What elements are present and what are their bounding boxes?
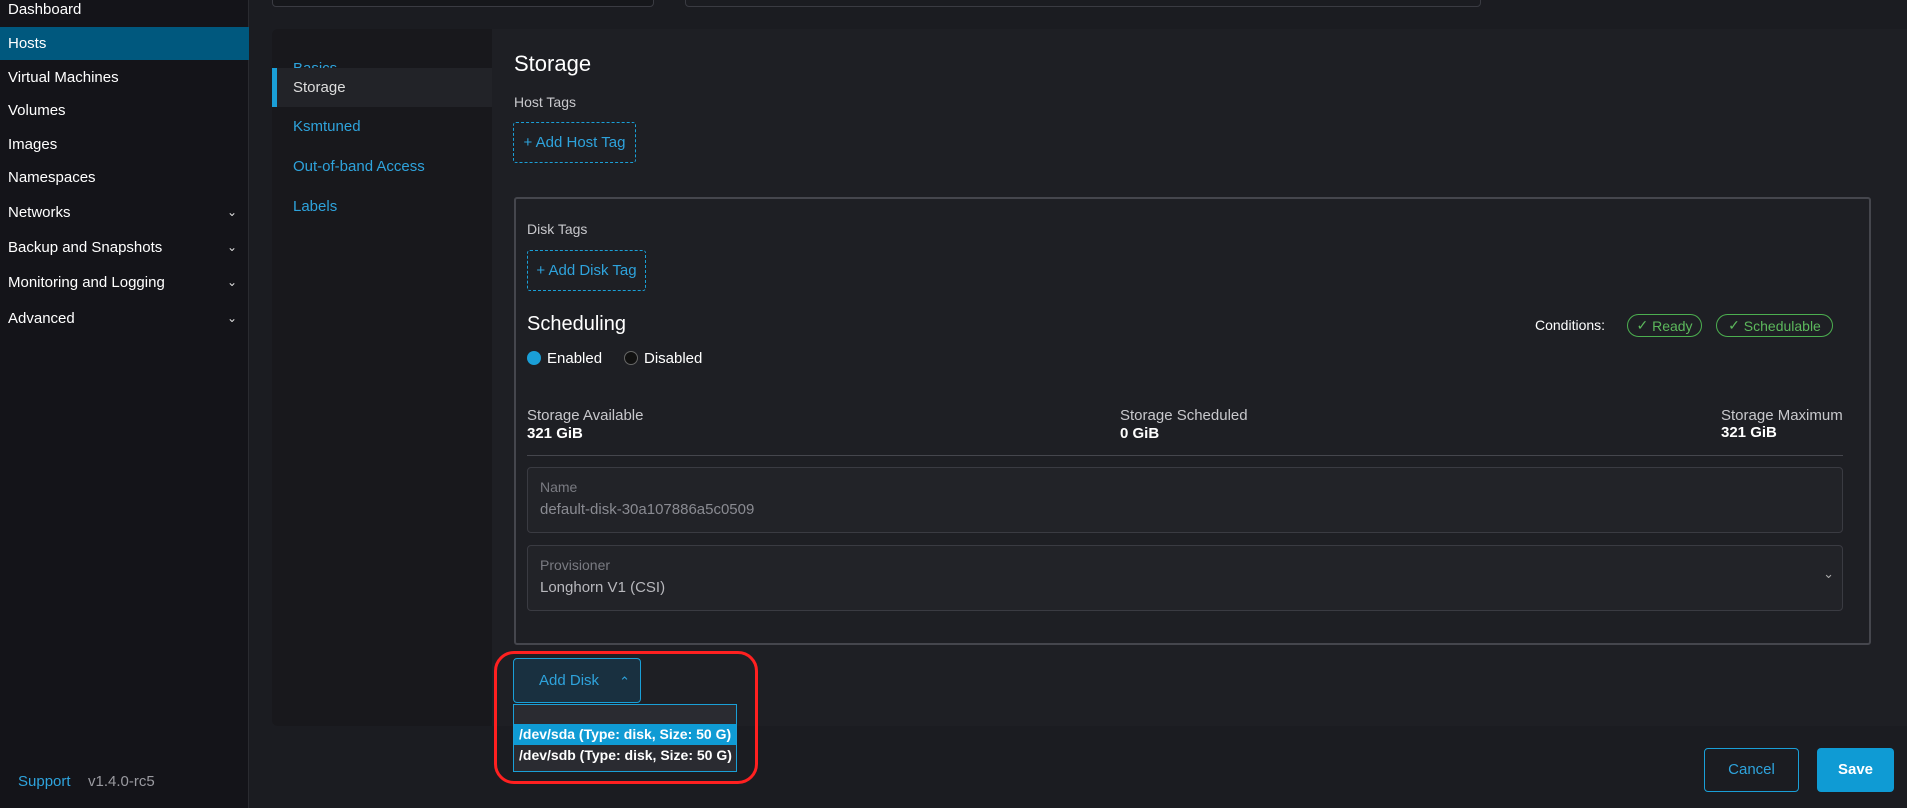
chevron-down-icon: ⌄ [1823, 566, 1834, 581]
add-disk-tag-button[interactable]: + Add Disk Tag [527, 250, 646, 291]
conditions-label: Conditions: [1535, 317, 1606, 333]
scheduling-title: Scheduling [527, 313, 626, 335]
check-icon: ✓ [1728, 317, 1744, 333]
divider [527, 455, 1843, 456]
page-title: Storage [514, 51, 592, 76]
add-host-tag-button[interactable]: + Add Host Tag [513, 122, 636, 163]
button-label: Add Disk [539, 672, 600, 689]
section-tabs: Basics Storage Ksmtuned Out-of-band Acce… [272, 29, 492, 726]
disk-tags-label: Disk Tags [527, 221, 588, 237]
sidebar-item-namespaces[interactable]: Namespaces [0, 161, 249, 194]
chevron-down-icon: ⌄ [226, 205, 237, 219]
sidebar-item-label: Monitoring and Logging [8, 274, 165, 291]
storage-scheduled-value: 0 GiB [1120, 425, 1160, 442]
dropdown-option-sda[interactable]: /dev/sda (Type: disk, Size: 50 G) [514, 724, 736, 745]
sidebar-item-label: Namespaces [8, 169, 96, 186]
sidebar-item-virtual-machines[interactable]: Virtual Machines [0, 61, 249, 94]
radio-label: Enabled [547, 350, 603, 367]
disk-name-field[interactable]: Name default-disk-30a107886a5c0509 [527, 467, 1843, 533]
sidebar-item-volumes[interactable]: Volumes [0, 94, 249, 127]
storage-maximum-label: Storage Maximum [1721, 407, 1843, 424]
sidebar-item-images[interactable]: Images [0, 128, 249, 161]
top-input[interactable] [685, 0, 1481, 7]
condition-badge-ready: ✓ Ready [1627, 314, 1702, 337]
version-label: v1.4.0-rc5 [88, 773, 155, 790]
sidebar-item-label: Images [8, 136, 58, 153]
sidebar-item-backup-and-snapshots[interactable]: Backup and Snapshots ⌄ [0, 231, 249, 264]
sidebar-item-label: Networks [8, 204, 71, 221]
sidebar-item-monitoring-and-logging[interactable]: Monitoring and Logging ⌄ [0, 266, 249, 299]
sidebar-item-label: Dashboard [8, 1, 82, 18]
tab-labels[interactable]: Labels [272, 187, 492, 226]
chevron-down-icon: ⌄ [226, 311, 237, 325]
tab-out-of-band-access[interactable]: Out-of-band Access [272, 147, 492, 186]
storage-scheduled-label: Storage Scheduled [1120, 407, 1248, 424]
dropdown-empty-row [514, 705, 736, 724]
field-label: Provisioner [540, 557, 611, 573]
host-tags-label: Host Tags [514, 94, 576, 110]
chevron-down-icon: ⌄ [226, 275, 237, 289]
condition-badge-schedulable: ✓ Schedulable [1716, 314, 1833, 337]
badge-label: Ready [1652, 317, 1693, 334]
sidebar-item-advanced[interactable]: Advanced ⌄ [0, 302, 249, 335]
sidebar-item-dashboard[interactable]: Dashboard [0, 0, 249, 26]
sidebar-item-label: Volumes [8, 102, 66, 119]
radio-enabled[interactable]: Enabled [527, 350, 602, 367]
storage-maximum: Storage Maximum 321 GiB [1643, 407, 1843, 441]
disk-dropdown-menu: /dev/sda (Type: disk, Size: 50 G) /dev/s… [513, 704, 737, 772]
sidebar-item-label: Advanced [8, 310, 75, 327]
sidebar-item-hosts[interactable]: Hosts [0, 27, 249, 60]
sidebar-item-label: Hosts [8, 35, 47, 52]
cancel-button[interactable]: Cancel [1704, 748, 1799, 792]
chevron-down-icon: ⌄ [226, 240, 237, 254]
badge-label: Schedulable [1743, 317, 1821, 334]
tab-storage[interactable]: Storage [272, 68, 492, 107]
tab-ksmtuned[interactable]: Ksmtuned [272, 107, 492, 146]
add-disk-button[interactable]: Add Disk ⌃ [513, 658, 641, 703]
provisioner-select[interactable]: Provisioner Longhorn V1 (CSI) ⌄ [527, 545, 1843, 611]
sidebar-item-label: Virtual Machines [8, 69, 119, 86]
top-input[interactable] [272, 0, 654, 7]
radio-checked-icon [527, 351, 541, 365]
field-label: Name [540, 479, 578, 495]
sidebar-item-networks[interactable]: Networks ⌄ [0, 196, 249, 229]
radio-disabled[interactable]: Disabled [624, 350, 702, 367]
sidebar: Dashboard Hosts Virtual Machines Volumes… [0, 0, 249, 808]
sidebar-item-label: Backup and Snapshots [8, 239, 163, 256]
storage-available-label: Storage Available [527, 407, 644, 424]
field-value: Longhorn V1 (CSI) [540, 579, 666, 596]
field-value: default-disk-30a107886a5c0509 [540, 501, 755, 518]
check-icon: ✓ [1636, 317, 1653, 333]
radio-label: Disabled [644, 350, 703, 367]
dropdown-option-sdb[interactable]: /dev/sdb (Type: disk, Size: 50 G) [514, 745, 736, 766]
support-link[interactable]: Support [18, 773, 71, 790]
storage-available-value: 321 GiB [527, 425, 583, 442]
chevron-up-icon: ⌃ [619, 674, 630, 689]
radio-unchecked-icon [624, 351, 638, 365]
save-button[interactable]: Save [1817, 748, 1894, 792]
storage-maximum-value: 321 GiB [1721, 424, 1777, 441]
